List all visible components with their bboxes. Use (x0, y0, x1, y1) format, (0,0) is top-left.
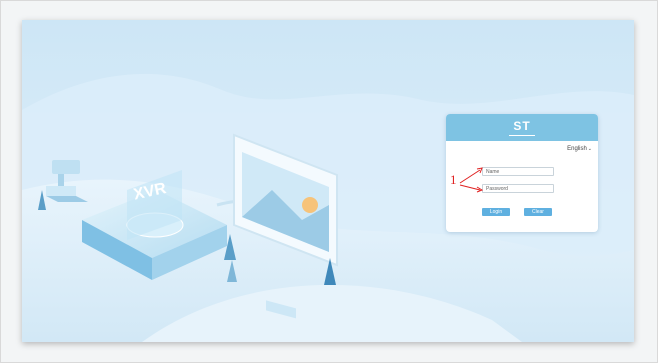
login-page: XVR ST English⌄ Name Password Login Clea… (22, 20, 634, 342)
login-button[interactable]: Login (482, 208, 510, 216)
login-header: ST (446, 114, 598, 141)
annotation-number: 1 (450, 172, 457, 187)
language-selector[interactable]: English⌄ (567, 146, 592, 152)
username-input[interactable]: Name (482, 167, 554, 176)
brand-logo: ST (513, 119, 531, 133)
logo-underline (509, 135, 535, 136)
password-input[interactable]: Password (482, 184, 554, 193)
clear-button[interactable]: Clear (524, 208, 552, 216)
language-label: English (567, 146, 587, 152)
chevron-down-icon: ⌄ (587, 146, 592, 152)
login-panel: ST English⌄ Name Password Login Clear (446, 114, 598, 232)
screenshot-frame: XVR ST English⌄ Name Password Login Clea… (0, 0, 658, 363)
